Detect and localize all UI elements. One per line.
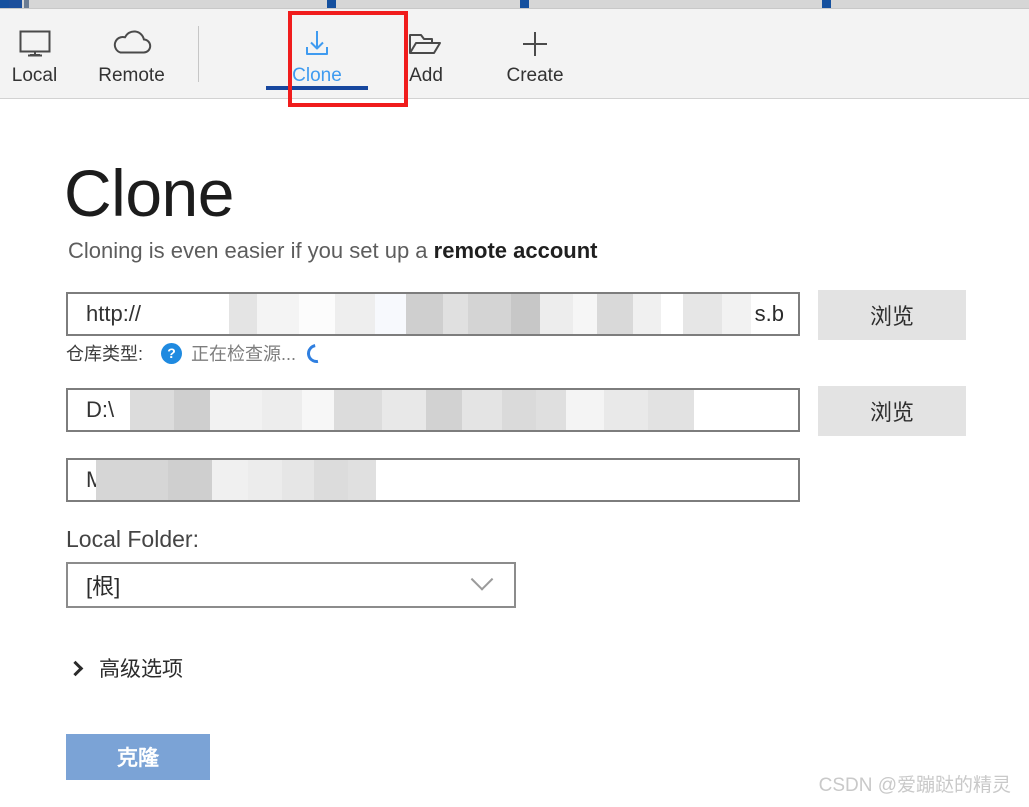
local-folder-value: [根] (86, 574, 121, 599)
main-toolbar: Local Remote Clone Add Create (0, 9, 1029, 99)
page-subtitle: Cloning is even easier if you set up a r… (68, 238, 597, 264)
monitor-icon (17, 25, 53, 63)
repository-type-status-text: 正在检查源... (191, 344, 297, 364)
repository-url-input[interactable]: http:// s.b (66, 292, 800, 336)
toolbar-item-label: Local (11, 65, 58, 86)
toolbar-item-label: Create (506, 65, 564, 86)
repository-name-input[interactable]: M (66, 458, 800, 502)
toolbar-item-create[interactable]: Create (479, 9, 591, 99)
browse-button-url[interactable]: 浏览 (818, 290, 966, 340)
repository-url-trailing-text: s.b (754, 301, 784, 326)
toolbar-item-label: Add (409, 65, 443, 86)
remote-account-link[interactable]: remote account (434, 238, 598, 263)
chevron-down-icon (470, 568, 494, 591)
local-path-visible-text: D:\ (86, 397, 115, 422)
local-path-input[interactable]: D:\ (66, 388, 800, 432)
tab-marker[interactable] (520, 0, 529, 8)
toolbar-item-remote[interactable]: Remote (69, 9, 194, 99)
local-folder-label: Local Folder: (66, 526, 199, 552)
question-mark-icon[interactable]: ? (161, 342, 183, 364)
toolbar-item-label: Clone (292, 65, 342, 86)
local-folder-select[interactable]: [根] (66, 562, 516, 608)
toolbar-item-local[interactable]: Local (0, 9, 69, 99)
plus-icon (518, 25, 552, 63)
clone-window: Local Remote Clone Add Create Clone Clon… (0, 0, 1029, 807)
watermark: CSDN @爱蹦跶的精灵 (818, 775, 1011, 796)
folder-open-icon (406, 25, 446, 63)
tab-strip (0, 0, 1029, 9)
page-subtitle-prefix: Cloning is even easier if you set up a (68, 238, 434, 263)
redaction-mosaic (130, 390, 694, 430)
download-icon (300, 25, 334, 63)
clone-panel: Clone Cloning is even easier if you set … (0, 100, 1029, 807)
advanced-options-toggle[interactable]: 高级选项 (67, 653, 183, 683)
active-underline (266, 86, 368, 90)
toolbar-divider (198, 26, 199, 82)
cloud-icon (111, 25, 153, 63)
tab-marker[interactable] (24, 0, 29, 8)
loading-spinner-icon (303, 339, 330, 367)
toolbar-item-add[interactable]: Add (376, 9, 476, 99)
advanced-options-label: 高级选项 (99, 658, 183, 681)
redaction-mosaic (96, 460, 376, 500)
toolbar-item-clone[interactable]: Clone (258, 9, 376, 99)
tab-marker[interactable] (327, 0, 336, 8)
repository-type-label: 仓库类型: (66, 344, 144, 364)
tab-marker[interactable] (822, 0, 831, 8)
clone-submit-button[interactable]: 克隆 (66, 734, 210, 780)
browse-button-path[interactable]: 浏览 (818, 386, 966, 436)
repository-type-status: 仓库类型: ? 正在检查源... (66, 339, 330, 367)
toolbar-item-label: Remote (98, 65, 165, 86)
page-title: Clone (64, 156, 234, 230)
tab-marker[interactable] (0, 0, 9, 8)
chevron-right-icon (67, 660, 84, 676)
redaction-mosaic (208, 294, 798, 334)
repository-url-visible-text: http:// (86, 301, 142, 326)
